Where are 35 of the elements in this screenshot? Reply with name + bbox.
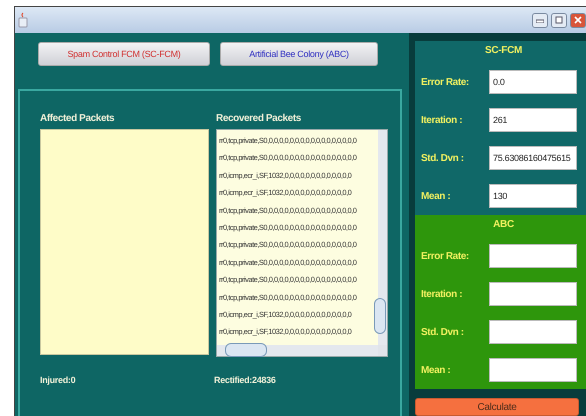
maximize-icon <box>555 16 563 24</box>
recovered-packets-list[interactable] <box>216 129 388 357</box>
field-label: Mean : <box>421 190 452 202</box>
recovered-packets-label: Recovered Packets <box>216 113 302 124</box>
rectified-count: Rectified:24836 <box>214 375 277 385</box>
result-field[interactable] <box>489 244 577 268</box>
minimize-button[interactable] <box>532 12 548 28</box>
section-title: SC-FCM <box>484 44 524 58</box>
field-label: Std. Dvn : <box>421 326 465 338</box>
field-label: Error Rate: <box>421 250 470 262</box>
maximize-button[interactable] <box>551 12 567 28</box>
algorithm-button[interactable]: Artificial Bee Colony (ABC) <box>220 42 378 66</box>
field-label: Std. Dvn : <box>421 152 465 164</box>
result-field[interactable] <box>489 358 577 382</box>
close-icon <box>574 16 582 24</box>
affected-packets-label: Affected Packets <box>40 113 116 124</box>
field-label: Iteration : <box>421 114 464 126</box>
horizontal-scrollbar[interactable] <box>217 345 378 356</box>
field-label: Error Rate: <box>421 76 470 88</box>
section-title: ABC <box>492 218 515 232</box>
result-field[interactable]: 0.0 <box>489 70 577 94</box>
algorithm-button[interactable]: Spam Control FCM (SC-FCM) <box>38 42 210 66</box>
close-button[interactable] <box>570 12 586 28</box>
field-label: Mean : <box>421 364 452 376</box>
result-field[interactable]: 261 <box>489 108 577 132</box>
result-field[interactable]: 75.63086160475615 <box>489 146 577 170</box>
result-field[interactable]: 130 <box>489 184 577 208</box>
minimize-icon <box>536 17 544 23</box>
cup-icon <box>18 12 28 28</box>
result-field[interactable] <box>489 320 577 344</box>
calculate-button[interactable]: Calculate <box>415 398 579 416</box>
result-field[interactable] <box>489 282 577 306</box>
field-label: Iteration : <box>421 288 464 300</box>
affected-packets-area[interactable] <box>40 129 209 355</box>
injured-count: Injured:0 <box>40 375 76 385</box>
